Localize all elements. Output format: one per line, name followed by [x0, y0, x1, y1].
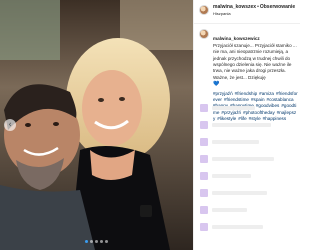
comment-placeholder — [212, 123, 271, 127]
post-sidebar: malwina_kowszex•Obserwowanie Hiszpania m… — [193, 0, 300, 250]
comment-row — [194, 219, 300, 236]
carousel-dot — [95, 240, 98, 243]
post-location[interactable]: Hiszpania — [213, 11, 231, 16]
comment-placeholder — [212, 106, 255, 110]
hashtag-link[interactable]: #friendship — [235, 91, 257, 96]
caption-username[interactable]: malwina_kowszewicz — [213, 36, 260, 41]
comment-row — [194, 100, 300, 117]
commenter-avatar[interactable] — [200, 172, 208, 180]
follow-button[interactable]: Obserwowanie — [260, 4, 295, 10]
separator: • — [257, 4, 259, 10]
carousel-dot — [90, 240, 93, 243]
commenter-avatar[interactable] — [200, 155, 208, 163]
comment-row — [194, 117, 300, 134]
hashtag-link[interactable]: #amiza — [259, 91, 274, 96]
blue-heart-icon: 💙 — [213, 81, 220, 88]
comment-placeholder — [212, 174, 251, 178]
photo-image — [0, 0, 193, 250]
header-line: malwina_kowszex•Obserwowanie — [213, 4, 295, 10]
comment-row — [194, 151, 300, 168]
comment-row — [194, 185, 300, 202]
commenter-avatar[interactable] — [200, 206, 208, 214]
comment-placeholder — [212, 208, 247, 212]
caption-avatar[interactable] — [199, 29, 209, 39]
avatar[interactable] — [199, 5, 209, 15]
comment-list — [194, 100, 300, 236]
comment-placeholder — [212, 140, 259, 144]
carousel-dot — [85, 240, 88, 243]
comment-row — [194, 168, 300, 185]
author-username[interactable]: malwina_kowszex — [213, 4, 256, 10]
post-header: malwina_kowszex•Obserwowanie Hiszpania — [194, 0, 300, 24]
instagram-post: ‹ malwina_kowszex•Obserwowanie Hiszpania… — [0, 0, 300, 250]
chevron-left-icon[interactable]: ‹ — [4, 119, 16, 131]
comment-placeholder — [212, 225, 263, 229]
commenter-avatar[interactable] — [200, 104, 208, 112]
commenter-avatar[interactable] — [200, 121, 208, 129]
commenter-avatar[interactable] — [200, 138, 208, 146]
commenter-avatar[interactable] — [200, 189, 208, 197]
comment-row — [194, 134, 300, 151]
carousel-dot — [105, 240, 108, 243]
carousel-dot — [100, 240, 103, 243]
hashtag-link[interactable]: #przyjaźń — [213, 91, 233, 96]
commenter-avatar[interactable] — [200, 223, 208, 231]
comment-placeholder — [212, 191, 267, 195]
caption-body: Przyjaciół szanuje... Przyjaciół stamiko… — [213, 42, 297, 80]
post-photo[interactable]: ‹ — [0, 0, 193, 250]
carousel-indicator — [0, 240, 193, 243]
comment-row — [194, 202, 300, 219]
caption-text: malwina_kowszewicz Przyjaciół szanuje...… — [213, 30, 298, 88]
comment-placeholder — [212, 157, 274, 161]
